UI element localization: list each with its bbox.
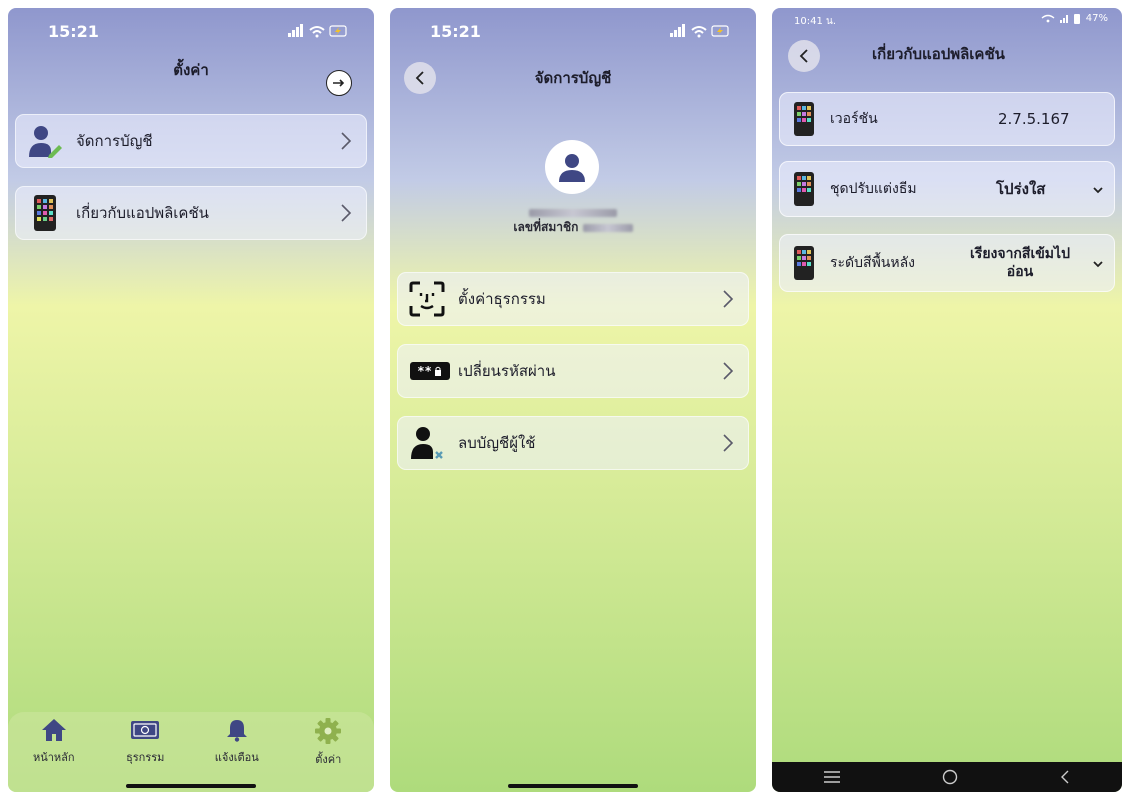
menu-item-label: เกี่ยวกับแอปพลิเคชัน: [76, 204, 209, 222]
chevron-right-icon: [723, 290, 734, 308]
menu-item-manage-account[interactable]: จัดการบัญชี: [15, 114, 367, 168]
menu-item-label: จัดการบัญชี: [76, 132, 153, 150]
chevron-right-icon: [341, 204, 352, 222]
menu-item-change-password[interactable]: ** เปลี่ยนรหัสผ่าน: [397, 344, 749, 398]
chevron-right-icon: [341, 132, 352, 150]
phone-icon: [790, 170, 818, 208]
member-number: เลขที่สมาชิก: [390, 218, 756, 237]
chevron-right-icon: [723, 362, 734, 380]
phone-icon: [790, 100, 818, 138]
background-level-value: เรียงจากสีเข้มไปอ่อน: [970, 246, 1070, 280]
settings-screen: 15:21 ตั้งค่า จัดการบัญชี เกี่ยวกับแอปพล…: [8, 8, 374, 792]
password-icon: **: [408, 352, 452, 390]
about-app-screen: 10:41 น. 47% เกี่ยวกับแอปพลิเคชัน เวอร์ช…: [772, 8, 1122, 792]
status-icons: [670, 24, 732, 42]
tab-home[interactable]: หน้าหลัก: [14, 718, 94, 792]
menu-icon[interactable]: [823, 770, 841, 784]
manage-account-screen: 15:21 จัดการบัญชี เลขที่สมาชิก ตั้งค่าธุ…: [390, 8, 756, 792]
tab-label: ตั้งค่า: [315, 753, 342, 766]
user-edit-icon: [26, 122, 64, 160]
tab-label: หน้าหลัก: [32, 751, 75, 764]
money-icon: [131, 721, 160, 739]
theme-label: ชุดปรับแต่งธีม: [830, 181, 917, 197]
back-arrow-icon[interactable]: [1059, 770, 1071, 784]
menu-item-label: เปลี่ยนรหัสผ่าน: [458, 362, 556, 380]
password-icon-text: **: [417, 364, 433, 378]
gear-icon: [315, 718, 342, 744]
page-title: จัดการบัญชี: [534, 69, 612, 87]
version-value: 2.7.5.167: [998, 110, 1070, 128]
status-time: 15:21: [430, 22, 481, 41]
logout-button[interactable]: [326, 70, 352, 96]
page-title: เกี่ยวกับแอปพลิเคชัน: [872, 45, 1005, 63]
status-time: 10:41 น.: [794, 16, 837, 27]
background-level-select[interactable]: ระดับสีพื้นหลัง เรียงจากสีเข้มไปอ่อน: [779, 234, 1115, 292]
android-nav-bar: [772, 762, 1122, 792]
member-number-redacted: [582, 223, 633, 232]
chevron-down-icon: [1093, 187, 1103, 194]
tab-settings[interactable]: ตั้งค่า: [288, 718, 368, 792]
back-button[interactable]: [788, 40, 820, 72]
background-level-label: ระดับสีพื้นหลัง: [830, 255, 916, 271]
tab-label: แจ้งเตือน: [214, 751, 259, 764]
avatar: [545, 140, 599, 194]
home-icon: [41, 719, 66, 741]
phone-icon: [790, 244, 818, 282]
chevron-down-icon: [1093, 261, 1103, 268]
menu-item-about-app[interactable]: เกี่ยวกับแอปพลิเคชัน: [15, 186, 367, 240]
home-circle-icon[interactable]: [942, 769, 958, 785]
theme-value: โปร่งใส: [996, 180, 1046, 198]
menu-item-delete-account[interactable]: ลบบัญชีผู้ใช้: [397, 416, 749, 470]
home-indicator: [126, 784, 256, 788]
bottom-tab-bar: หน้าหลัก ธุรกรรม แจ้งเตือน ตั้งค่า: [8, 712, 374, 792]
user-remove-icon: [408, 424, 446, 462]
menu-item-label: ตั้งค่าธุรกรรม: [458, 290, 546, 308]
version-row: เวอร์ชัน 2.7.5.167: [779, 92, 1115, 146]
menu-item-label: ลบบัญชีผู้ใช้: [458, 434, 536, 452]
chevron-right-icon: [723, 434, 734, 452]
tab-transactions[interactable]: ธุรกรรม: [105, 718, 185, 792]
chevron-left-icon: [799, 49, 808, 63]
tab-notifications[interactable]: แจ้งเตือน: [197, 718, 277, 792]
face-scan-icon: [408, 280, 446, 318]
page-title: ตั้งค่า: [173, 61, 209, 79]
menu-item-transaction-settings[interactable]: ตั้งค่าธุรกรรม: [397, 272, 749, 326]
user-icon: [559, 154, 585, 182]
bell-icon: [226, 720, 247, 742]
version-label: เวอร์ชัน: [830, 111, 878, 127]
status-time: 15:21: [48, 22, 99, 41]
member-number-label: เลขที่สมาชิก: [513, 220, 579, 234]
tab-label: ธุรกรรม: [126, 751, 165, 764]
logout-icon: [333, 79, 345, 87]
phone-icon: [26, 194, 64, 232]
home-indicator: [508, 784, 638, 788]
theme-select[interactable]: ชุดปรับแต่งธีม โปร่งใส: [779, 161, 1115, 217]
status-icons: [288, 24, 350, 42]
battery-text: 47%: [1085, 13, 1108, 24]
status-icons: 47%: [1040, 13, 1108, 24]
